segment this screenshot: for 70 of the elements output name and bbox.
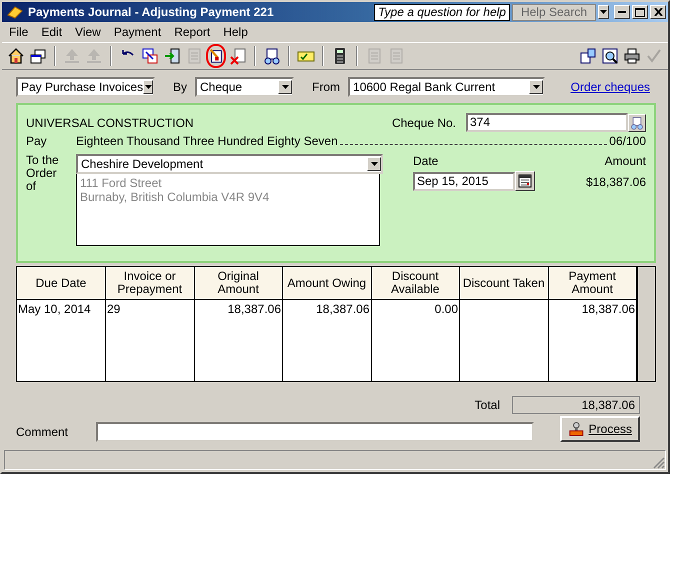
window-title: Payments Journal - Adjusting Payment 221 bbox=[28, 5, 275, 19]
by-label: By bbox=[173, 80, 188, 94]
amount-in-words: Eighteen Thousand Three Hundred Eighty Seven bbox=[76, 134, 338, 148]
glasses-document-icon[interactable] bbox=[263, 47, 281, 65]
scrollbar[interactable] bbox=[637, 267, 655, 381]
column-header[interactable]: Discount Taken bbox=[460, 267, 548, 300]
menu-item[interactable]: Edit bbox=[41, 25, 62, 39]
company-name: UNIVERSAL CONSTRUCTION bbox=[26, 116, 194, 130]
cheque-number-label: Cheque No. bbox=[392, 116, 456, 130]
comment-field[interactable] bbox=[96, 422, 534, 442]
table-cell: 18,387.06 bbox=[582, 302, 636, 316]
maximize-button[interactable] bbox=[632, 5, 648, 19]
date-label: Date bbox=[413, 154, 440, 168]
table-cell: 0.00 bbox=[434, 302, 458, 316]
transaction-type-dropdown[interactable]: Pay Purchase Invoices bbox=[16, 77, 155, 97]
menu-item[interactable]: File bbox=[9, 25, 28, 39]
magnifier-document-icon[interactable] bbox=[601, 47, 619, 65]
calendar-icon bbox=[518, 174, 532, 188]
delete-document-icon[interactable] bbox=[229, 47, 247, 65]
maximize-icon bbox=[635, 8, 645, 16]
amount-value: $18,387.06 bbox=[586, 175, 646, 189]
glasses-document-icon bbox=[630, 116, 644, 130]
stamp-icon bbox=[568, 421, 585, 437]
minimize-icon bbox=[618, 11, 626, 13]
windows-icon[interactable] bbox=[29, 47, 47, 65]
column-header[interactable]: Amount Owing bbox=[282, 267, 371, 300]
help-search-button[interactable]: Help Search bbox=[512, 4, 596, 20]
column-header[interactable]: Original Amount bbox=[194, 267, 282, 300]
table-cell: May 10, 2014 bbox=[18, 302, 91, 316]
comment-label: Comment bbox=[16, 425, 70, 439]
total-label: Total bbox=[474, 398, 500, 412]
table-cell: 18,387.06 bbox=[316, 302, 370, 316]
payee-dropdown[interactable]: Cheshire Development bbox=[76, 154, 383, 174]
menu-item[interactable]: Help bbox=[223, 25, 248, 39]
dropdown-button[interactable] bbox=[598, 5, 609, 19]
total-field: 18,387.06 bbox=[512, 396, 640, 414]
table-cell: 29 bbox=[107, 302, 120, 316]
to-the-order-of-label: To the Order of bbox=[26, 154, 60, 195]
process-button[interactable]: Process bbox=[560, 416, 640, 442]
cheque-lookup-button[interactable] bbox=[628, 114, 646, 132]
menu-item[interactable]: Report bbox=[174, 25, 210, 39]
column-header[interactable]: Due Date bbox=[17, 267, 106, 300]
minimize-button[interactable] bbox=[614, 5, 630, 19]
door-icon[interactable] bbox=[163, 47, 181, 65]
caret-icon bbox=[600, 10, 607, 14]
printer-icon[interactable] bbox=[623, 47, 641, 65]
payment-method-dropdown[interactable]: Cheque bbox=[195, 77, 294, 97]
order-cheques-link[interactable]: Order cheques bbox=[570, 80, 650, 94]
column-header[interactable]: Payment Amount bbox=[548, 267, 637, 300]
bank-account-dropdown[interactable]: 10600 Regal Bank Current bbox=[348, 77, 546, 97]
close-button[interactable] bbox=[650, 5, 666, 19]
window-arrow-icon[interactable] bbox=[141, 47, 159, 65]
column-header[interactable]: Discount Available bbox=[371, 267, 460, 300]
table-cell: 18,387.06 bbox=[228, 302, 281, 316]
amount-label: Amount bbox=[604, 154, 646, 168]
pay-label: Pay bbox=[26, 134, 48, 148]
home-icon[interactable] bbox=[7, 47, 25, 65]
column-header[interactable]: Invoice or Prepayment bbox=[106, 267, 194, 300]
app-icon bbox=[7, 5, 23, 19]
help-question-field[interactable]: Type a question for help bbox=[374, 4, 510, 20]
date-field[interactable]: Sep 15, 2015 bbox=[413, 172, 515, 190]
menu-item[interactable]: View bbox=[75, 25, 101, 39]
cheque-number-field[interactable]: 374 bbox=[466, 113, 628, 132]
close-icon bbox=[654, 8, 662, 16]
boxes-icon[interactable] bbox=[579, 47, 597, 65]
cents-text: 06/100 bbox=[609, 134, 646, 148]
calendar-button[interactable] bbox=[515, 171, 535, 191]
address-box[interactable]: 111 Ford Street Burnaby, British Columbia V4R 9V4 bbox=[76, 174, 380, 246]
menu-item[interactable]: Payment bbox=[114, 25, 162, 39]
from-label: From bbox=[312, 80, 340, 94]
